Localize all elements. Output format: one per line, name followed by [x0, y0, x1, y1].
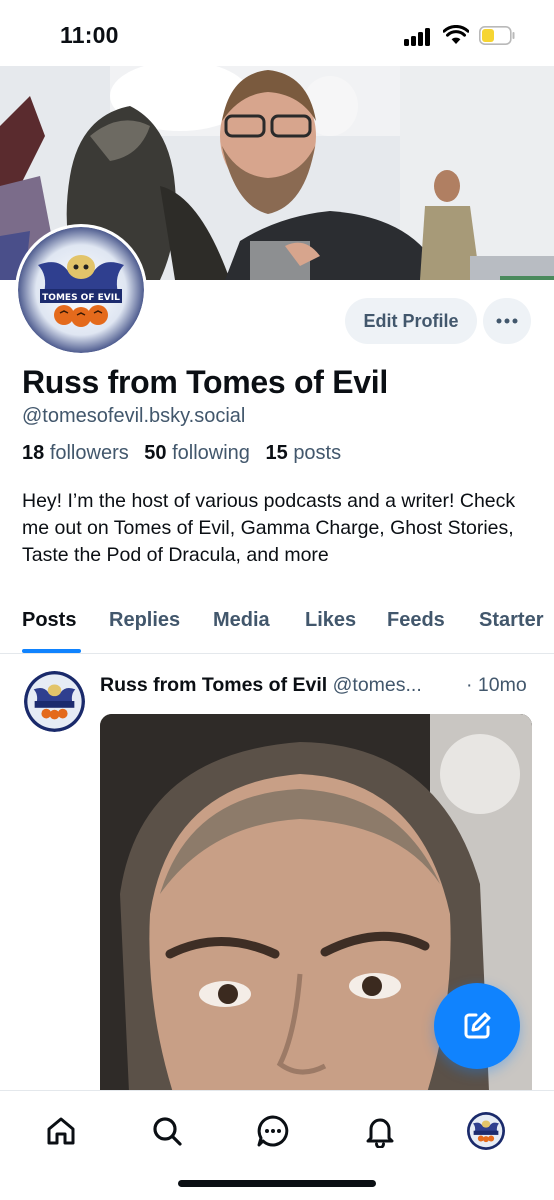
- profile-bio: Hey! I’m the host of various podcasts an…: [22, 490, 516, 566]
- posts-stat: 15 posts: [266, 442, 342, 464]
- nav-search[interactable]: [147, 1111, 187, 1151]
- cellular-signal-icon: [404, 28, 434, 46]
- tomes-of-evil-logo: TOMES OF EVIL: [18, 227, 144, 353]
- tab-media[interactable]: Media: [213, 609, 270, 632]
- tab-likes[interactable]: Likes: [305, 609, 356, 632]
- following-label: following: [172, 442, 250, 464]
- logo-text: TOMES OF EVIL: [42, 293, 120, 303]
- compose-icon: [464, 1012, 491, 1039]
- more-options-button[interactable]: [483, 298, 531, 344]
- post-author-handle[interactable]: @tomes...: [333, 674, 422, 696]
- followers-count: 18: [22, 442, 45, 464]
- profile-handle: @tomesofevil.bsky.social: [22, 405, 246, 427]
- post-timestamp[interactable]: · 10mo: [466, 674, 527, 697]
- status-time: 11:00: [60, 22, 119, 48]
- nav-profile[interactable]: [466, 1111, 506, 1151]
- following-count: 50: [144, 442, 167, 464]
- tab-starter[interactable]: Starter: [479, 609, 543, 632]
- home-indicator[interactable]: [178, 1180, 376, 1187]
- profile-avatar-icon: [467, 1112, 505, 1150]
- tab-replies[interactable]: Replies: [109, 609, 180, 632]
- profile-avatar[interactable]: TOMES OF EVIL: [15, 224, 147, 356]
- followers-link[interactable]: 18 followers: [22, 442, 129, 464]
- nav-chat[interactable]: [253, 1111, 293, 1151]
- ellipsis-icon: [496, 318, 518, 324]
- tab-posts[interactable]: Posts: [22, 609, 76, 632]
- post-author-avatar[interactable]: [24, 671, 85, 732]
- display-name: Russ from Tomes of Evil: [22, 364, 388, 400]
- wifi-icon: [443, 25, 469, 44]
- profile-stats: 18 followers 50 following 15 posts: [22, 442, 341, 465]
- tab-feeds[interactable]: Feeds: [387, 609, 445, 632]
- compose-post-button[interactable]: [434, 983, 520, 1069]
- tomes-of-evil-logo-small: [24, 671, 85, 732]
- followers-label: followers: [49, 442, 129, 464]
- profile-tabs: Posts Replies Media Likes Feeds Starter: [0, 603, 554, 653]
- post-author-name[interactable]: Russ from Tomes of Evil: [100, 674, 327, 696]
- search-icon: [153, 1117, 182, 1146]
- following-link[interactable]: 50 following: [144, 442, 250, 464]
- nav-notifications[interactable]: [360, 1111, 400, 1151]
- tabs-divider: [0, 653, 554, 654]
- chat-icon: [257, 1115, 289, 1147]
- nav-home[interactable]: [41, 1111, 81, 1151]
- posts-label: posts: [293, 442, 342, 464]
- posts-count: 15: [265, 442, 288, 464]
- edit-profile-button[interactable]: Edit Profile: [345, 298, 477, 344]
- home-icon: [47, 1117, 75, 1145]
- status-bar: 11:00: [0, 0, 554, 66]
- battery-icon: [479, 26, 515, 45]
- bell-icon: [366, 1118, 394, 1148]
